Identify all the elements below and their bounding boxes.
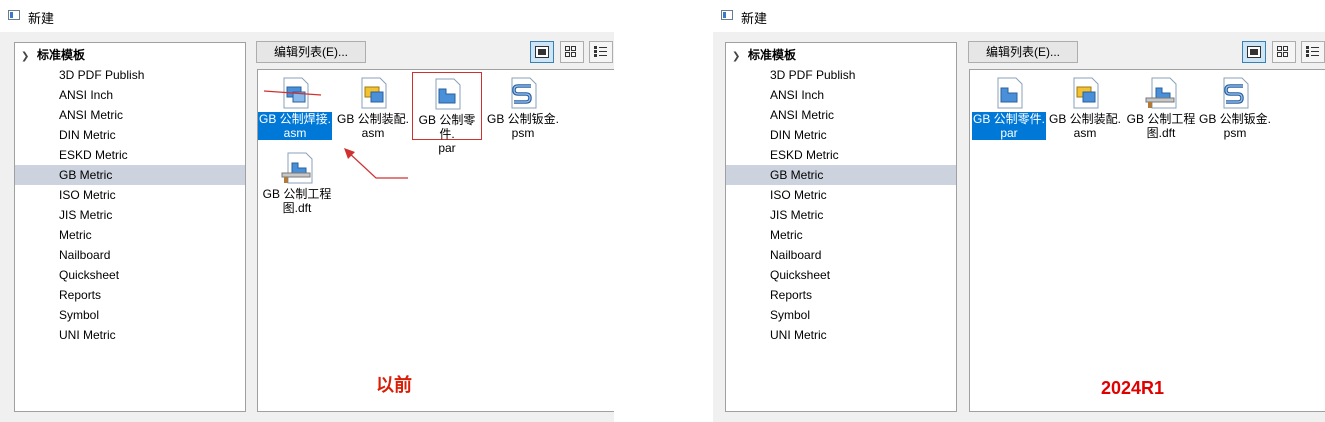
chevron-down-icon[interactable]: ❯ — [21, 49, 33, 65]
tree-item-jis-metric[interactable]: JIS Metric — [726, 205, 956, 225]
list-view-icon — [594, 46, 607, 57]
chevron-down-icon[interactable]: ❯ — [732, 49, 744, 65]
tree-items: 3D PDF Publish ANSI Inch ANSI Metric DIN… — [726, 65, 956, 345]
file-item-assembly[interactable]: GB 公制装配. asm — [1048, 72, 1122, 140]
file-item-part[interactable]: GB 公制零件. par — [412, 72, 482, 155]
window-icon — [721, 10, 733, 20]
tree-item-nailboard[interactable]: Nailboard — [15, 245, 245, 265]
large-icons-icon — [535, 46, 549, 58]
tree-item-din-metric[interactable]: DIN Metric — [726, 125, 956, 145]
tree-item-ansi-metric[interactable]: ANSI Metric — [15, 105, 245, 125]
template-file-list[interactable]: GB 公制零件. par GB 公制装配. asm GB 公制工程 图.dft GB … — [969, 69, 1325, 412]
window-title: 新建 — [741, 11, 768, 26]
arrow-line — [347, 151, 408, 179]
tree-item-gb-metric[interactable]: GB Metric — [726, 165, 956, 185]
file-item-drawing[interactable]: GB 公制工程 图.dft — [1124, 72, 1198, 140]
title-bar: 新建 — [0, 0, 614, 32]
tree-item-iso-metric[interactable]: ISO Metric — [15, 185, 245, 205]
window-icon — [8, 10, 20, 20]
dialog-before: 新建 ❯ 标准模板 3D PDF Publish ANSI Inch ANSI M… — [0, 0, 614, 422]
template-tree[interactable]: ❯ 标准模板 3D PDF Publish ANSI Inch ANSI Metr… — [725, 42, 957, 412]
tree-item-nailboard[interactable]: Nailboard — [726, 245, 956, 265]
tree-items: 3D PDF Publish ANSI Inch ANSI Metric DIN… — [15, 65, 245, 345]
file-name: GB 公制零件. par — [418, 113, 476, 155]
tree-item-iso-metric[interactable]: ISO Metric — [726, 185, 956, 205]
part-icon — [430, 77, 464, 111]
file-name: GB 公制钣金. psm — [487, 112, 560, 140]
tree-item-quicksheet[interactable]: Quicksheet — [15, 265, 245, 285]
annotation-label: 以前 — [376, 375, 412, 395]
small-icons-view-button[interactable] — [1272, 41, 1296, 63]
drawing-icon — [1144, 76, 1178, 110]
file-name: GB 公制零件. par — [972, 112, 1046, 140]
large-icons-view-button[interactable] — [530, 41, 554, 63]
list-view-icon — [1306, 46, 1319, 57]
tree-item-metric[interactable]: Metric — [15, 225, 245, 245]
annotation-marks — [263, 90, 408, 179]
tree-root[interactable]: ❯ 标准模板 — [21, 47, 85, 63]
tree-item-eskd-metric[interactable]: ESKD Metric — [726, 145, 956, 165]
tree-item-jis-metric[interactable]: JIS Metric — [15, 205, 245, 225]
small-icons-icon — [565, 46, 576, 57]
template-file-list[interactable]: GB 公制焊接. asm GB 公制装配. asm GB 公制零件. par GB 公… — [257, 69, 614, 412]
dialog-after: 新建 ❯ 标准模板 3D PDF Publish ANSI Inch ANSI M… — [713, 0, 1325, 422]
tree-root-label: 标准模板 — [748, 48, 797, 62]
sheet-metal-icon — [506, 76, 540, 110]
tree-item-eskd-metric[interactable]: ESKD Metric — [15, 145, 245, 165]
tree-item-ansi-metric[interactable]: ANSI Metric — [726, 105, 956, 125]
annotation-label: 2024R1 — [1101, 378, 1165, 398]
tree-item-uni-metric[interactable]: UNI Metric — [726, 325, 956, 345]
strike-line — [263, 90, 322, 96]
tree-item-3d-pdf-publish[interactable]: 3D PDF Publish — [15, 65, 245, 85]
large-icons-view-button[interactable] — [1242, 41, 1266, 63]
tree-item-symbol[interactable]: Symbol — [15, 305, 245, 325]
file-item-sheet-metal[interactable]: GB 公制钣金. psm — [486, 72, 560, 140]
sheet-metal-icon — [1218, 76, 1252, 110]
template-tree[interactable]: ❯ 标准模板 3D PDF Publish ANSI Inch ANSI Metr… — [14, 42, 246, 412]
file-item-part[interactable]: GB 公制零件. par — [972, 72, 1046, 140]
tree-item-3d-pdf-publish[interactable]: 3D PDF Publish — [726, 65, 956, 85]
tree-item-reports[interactable]: Reports — [726, 285, 956, 305]
list-view-button[interactable] — [1301, 41, 1325, 63]
file-name: GB 公制工程 图.dft — [262, 187, 332, 215]
tree-root[interactable]: ❯ 标准模板 — [732, 47, 796, 63]
part-icon — [992, 76, 1026, 110]
tree-item-symbol[interactable]: Symbol — [726, 305, 956, 325]
tree-item-uni-metric[interactable]: UNI Metric — [15, 325, 245, 345]
window-title: 新建 — [28, 11, 55, 26]
tree-item-metric[interactable]: Metric — [726, 225, 956, 245]
tree-root-label: 标准模板 — [37, 48, 86, 62]
edit-list-button[interactable]: 编辑列表(E)... — [256, 41, 366, 63]
tree-item-ansi-inch[interactable]: ANSI Inch — [15, 85, 245, 105]
file-name: GB 公制工程 图.dft — [1126, 112, 1196, 140]
tree-item-quicksheet[interactable]: Quicksheet — [726, 265, 956, 285]
small-icons-icon — [1277, 46, 1288, 57]
tree-item-ansi-inch[interactable]: ANSI Inch — [726, 85, 956, 105]
tree-item-gb-metric[interactable]: GB Metric — [15, 165, 245, 185]
title-bar: 新建 — [713, 0, 1325, 32]
tree-item-din-metric[interactable]: DIN Metric — [15, 125, 245, 145]
small-icons-view-button[interactable] — [560, 41, 584, 63]
edit-list-button[interactable]: 编辑列表(E)... — [968, 41, 1078, 63]
file-item-sheet-metal[interactable]: GB 公制钣金. psm — [1198, 72, 1272, 140]
file-name: GB 公制钣金. psm — [1199, 112, 1272, 140]
tree-item-reports[interactable]: Reports — [15, 285, 245, 305]
large-icons-icon — [1247, 46, 1261, 58]
list-view-button[interactable] — [589, 41, 613, 63]
assembly-icon — [1068, 76, 1102, 110]
file-name: GB 公制装配. asm — [1049, 112, 1122, 140]
